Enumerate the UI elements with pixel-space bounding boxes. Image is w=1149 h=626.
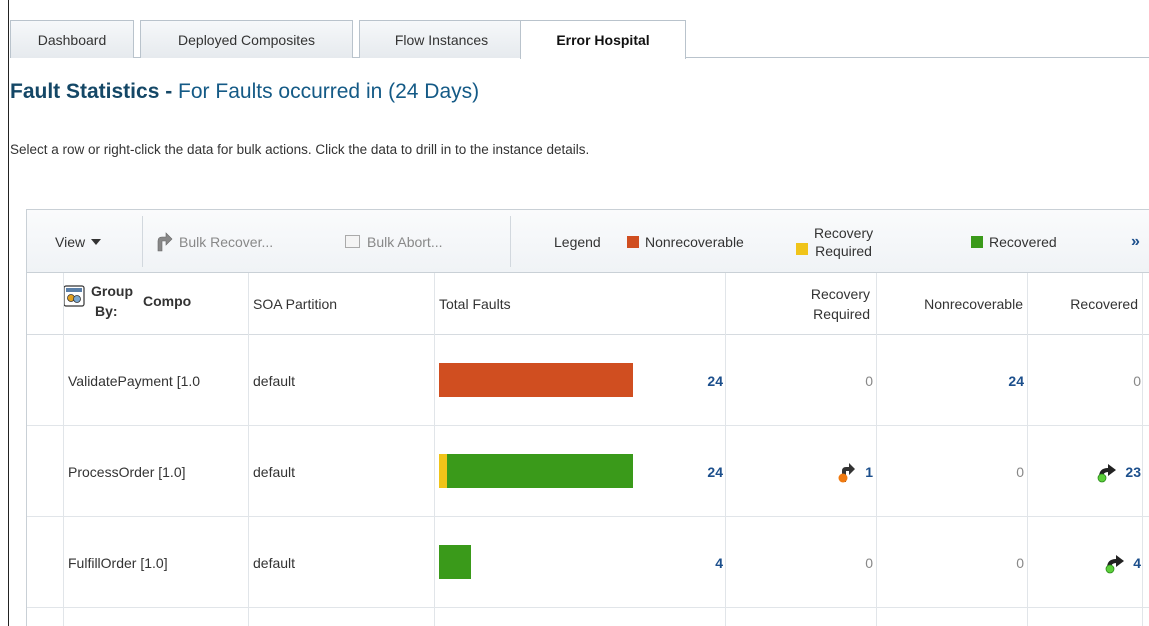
legend-nonrecoverable: Nonrecoverable <box>627 210 744 273</box>
recover-arrow-icon <box>157 231 173 251</box>
partition-cell: default <box>253 336 433 426</box>
fault-statistics-panel: View Bulk Recover... Bulk Abort... Legen… <box>26 209 1149 626</box>
bar-segment-recovery-required[interactable] <box>439 454 448 488</box>
total-faults-cell[interactable]: 24 <box>647 427 723 517</box>
recovery-required-cell: 0 <box>727 518 873 608</box>
nonrecoverable-header[interactable]: Nonrecoverable <box>877 273 1025 335</box>
recovery-required-header[interactable]: Recovery Required <box>726 273 872 335</box>
nonrecoverable-cell-value: 0 <box>1016 464 1024 480</box>
bar-segment-recovered[interactable] <box>447 454 633 488</box>
bar-segment-nonrecoverable[interactable] <box>439 363 633 397</box>
nonrecoverable-cell: 0 <box>878 427 1024 517</box>
partition-cell-value: default <box>253 464 296 480</box>
nonrecoverable-swatch <box>627 235 639 248</box>
table-row[interactable]: FulfillOrder [1.0] default 4 0 0 4 <box>27 518 1149 608</box>
composite-cell: ProcessOrder [1.0] <box>68 427 248 517</box>
abort-icon <box>345 235 360 248</box>
tab-dashboard[interactable]: Dashboard <box>10 20 134 58</box>
composite-cell: FulfillOrder [1.0] <box>68 518 248 608</box>
nonrecoverable-cell-value: 0 <box>1016 555 1024 571</box>
total-faults-cell-value: 24 <box>707 464 723 480</box>
table-header: Group By: Compo SOA Partition Total Faul… <box>27 273 1149 335</box>
recovered-cell-value: 23 <box>1125 464 1141 480</box>
legend-nonrecoverable-label: Nonrecoverable <box>645 233 744 250</box>
total-faults-cell-value: 4 <box>715 555 723 571</box>
group-by-line1: Group <box>91 283 133 299</box>
tab-flow-instances[interactable]: Flow Instances <box>359 20 524 58</box>
composite-cell-value: ValidatePayment [1.0 <box>68 373 201 389</box>
table-row[interactable]: ValidatePayment [1.0 default 24 0 24 0 <box>27 336 1149 426</box>
nonrecoverable-cell-value: 24 <box>1008 373 1024 389</box>
recovered-cell[interactable]: 23 <box>1029 427 1141 517</box>
tab-deployed-composites[interactable]: Deployed Composites <box>140 20 353 58</box>
group-by-header[interactable]: Group By: Compo <box>63 273 243 335</box>
legend-recovery-required-line1: Recovery <box>814 224 874 241</box>
nonrecoverable-cell: 0 <box>878 518 1024 608</box>
recovered-cell: 0 <box>1029 336 1141 426</box>
partition-cell: default <box>253 518 433 608</box>
recovery-required-cell-value: 0 <box>865 373 873 389</box>
view-menu[interactable]: View <box>55 210 102 273</box>
group-by-line2: By: <box>95 303 118 319</box>
total-faults-cell[interactable]: 24 <box>647 336 723 426</box>
partition-cell-value: default <box>253 373 296 389</box>
bulk-recover-label: Bulk Recover... <box>179 233 274 250</box>
page-title: Fault Statistics - For Faults occurred i… <box>10 80 479 104</box>
legend-recovery-required: Recovery Required <box>796 210 873 273</box>
toolbar-separator <box>510 216 511 267</box>
bar-segment-recovered[interactable] <box>439 545 472 579</box>
partition-cell: default <box>253 427 433 517</box>
view-menu-label: View <box>55 233 86 250</box>
legend-recovered: Recovered <box>971 210 1057 273</box>
chevron-down-icon <box>91 238 102 245</box>
composite-header: Compo <box>143 293 192 309</box>
total-faults-header[interactable]: Total Faults <box>435 273 715 335</box>
tab-bar: Dashboard Deployed Composites Flow Insta… <box>10 20 1149 59</box>
recover-arrow-icon <box>838 463 856 483</box>
toolbar-separator <box>142 216 143 267</box>
toolbar-overflow-button[interactable]: » <box>1131 210 1140 273</box>
composite-cell: ValidatePayment [1.0 <box>68 336 248 426</box>
soa-partition-header[interactable]: SOA Partition <box>249 273 429 335</box>
page-title-main: Fault Statistics - <box>10 80 173 103</box>
recovery-required-header-line2: Required <box>813 306 870 322</box>
recovery-required-cell: 0 <box>727 336 873 426</box>
legend-label: Legend <box>554 233 601 250</box>
recovered-swatch <box>971 235 983 248</box>
recovery-required-swatch <box>796 242 808 255</box>
recovered-cell-value: 0 <box>1133 373 1141 389</box>
nonrecoverable-cell[interactable]: 24 <box>878 336 1024 426</box>
recovered-arrow-icon <box>1098 464 1117 483</box>
recovered-cell[interactable]: 4 <box>1029 518 1141 608</box>
total-faults-cell-value: 24 <box>707 373 723 389</box>
total-faults-cell[interactable]: 4 <box>647 518 723 608</box>
page-title-sub: For Faults occurred in (24 Days) <box>178 80 480 103</box>
toolbar: View Bulk Recover... Bulk Abort... Legen… <box>27 210 1149 273</box>
recovery-required-header-line1: Recovery <box>810 286 870 302</box>
instructions-text: Select a row or right-click the data for… <box>10 142 590 157</box>
recovery-required-cell-value: 1 <box>865 464 873 480</box>
table-row[interactable]: ProcessOrder [1.0] default 24 1 0 23 <box>27 427 1149 517</box>
bulk-abort-button[interactable]: Bulk Abort... <box>345 210 442 273</box>
recovery-required-cell-value: 0 <box>865 555 873 571</box>
bulk-recover-button[interactable]: Bulk Recover... <box>155 210 273 273</box>
composite-cell-value: FulfillOrder [1.0] <box>68 555 168 571</box>
recovered-arrow-icon <box>1105 555 1125 574</box>
bulk-abort-label: Bulk Abort... <box>367 233 443 250</box>
recovery-required-cell[interactable]: 1 <box>727 427 873 517</box>
recovered-cell-value: 4 <box>1133 555 1141 571</box>
legend-recovery-required-line2: Required <box>815 242 872 259</box>
composite-cell-value: ProcessOrder [1.0] <box>68 464 186 480</box>
group-by-icon <box>63 285 85 307</box>
recovered-header[interactable]: Recovered <box>1028 273 1140 335</box>
legend-recovered-label: Recovered <box>989 233 1057 250</box>
tab-error-hospital[interactable]: Error Hospital <box>520 20 686 59</box>
partition-cell-value: default <box>253 555 296 571</box>
